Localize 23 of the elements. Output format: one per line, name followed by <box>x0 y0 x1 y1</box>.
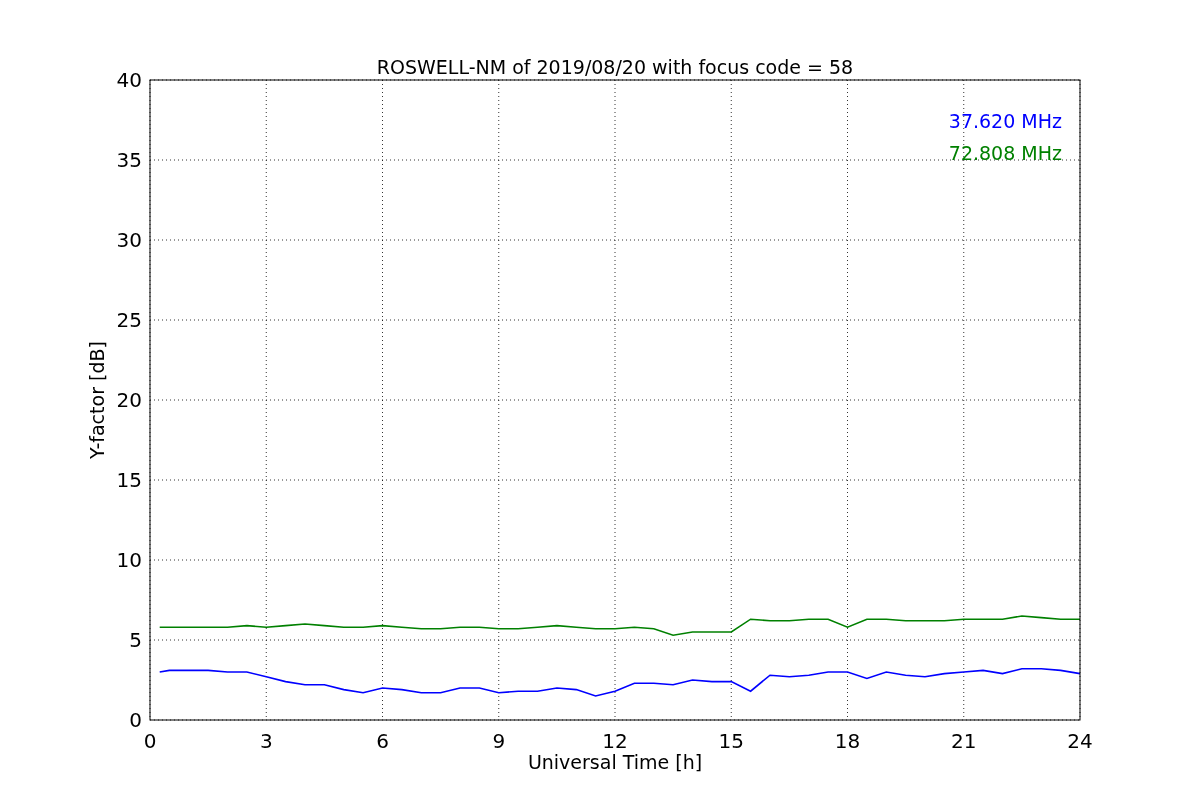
x-tick-label: 12 <box>602 729 628 753</box>
y-tick-label: 25 <box>116 308 142 332</box>
y-tick-label: 35 <box>116 148 142 172</box>
y-tick-label: 5 <box>129 628 142 652</box>
y-tick-label: 0 <box>129 708 142 732</box>
y-axis-label: Y-factor [dB] <box>86 341 108 459</box>
x-tick-label: 18 <box>834 729 861 753</box>
x-tick-label: 0 <box>143 729 157 753</box>
x-tick-label: 6 <box>376 729 389 753</box>
legend-label: 37.620 MHz <box>948 110 1062 132</box>
x-tick-label: 15 <box>718 729 744 753</box>
x-axis-label: Universal Time [h] <box>527 751 703 773</box>
y-tick-label: 20 <box>116 388 142 412</box>
x-tick-label: 24 <box>1067 729 1093 753</box>
x-tick-label: 9 <box>492 729 506 753</box>
y-tick-label: 10 <box>116 548 142 572</box>
y-tick-label: 30 <box>116 228 142 252</box>
x-tick-label: 3 <box>259 729 273 753</box>
legend-label: 72.808 MHz <box>948 142 1062 164</box>
y-tick-label: 15 <box>116 468 142 492</box>
chart-title: ROSWELL-NM of 2019/08/20 with focus code = 58 <box>376 56 854 78</box>
y-tick-label: 40 <box>116 68 142 92</box>
x-tick-label: 21 <box>951 729 977 753</box>
